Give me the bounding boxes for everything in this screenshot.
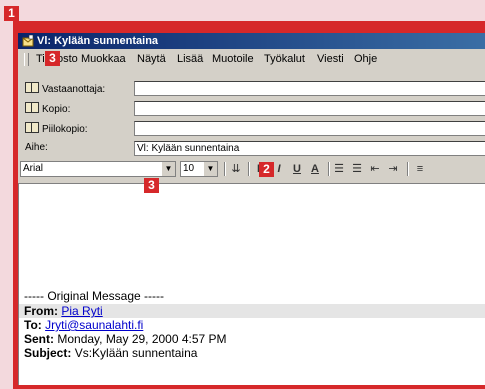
badge-3-toolbar: 3 [144, 178, 159, 193]
menu-grip [24, 53, 29, 66]
address-book-icon [25, 82, 39, 93]
cc-field[interactable] [134, 101, 485, 116]
bcc-field[interactable] [134, 121, 485, 136]
menu-lisaa[interactable]: Lisää [177, 50, 203, 69]
bcc-button[interactable]: Piilokopio: [25, 122, 88, 135]
bcc-label: Piilokopio: [42, 124, 88, 135]
paragraph-style-icon[interactable]: ⇊ [228, 162, 244, 177]
to-label: Vastaanottaja: [42, 84, 106, 95]
title-bar: Vl: Kylään sunnentaina [18, 33, 485, 49]
badge-2: 2 [259, 162, 274, 177]
chevron-down-icon[interactable]: ▼ [203, 162, 217, 176]
toolbar-separator [328, 162, 330, 176]
menu-viesti[interactable]: Viesti [317, 50, 344, 69]
original-message-line: ----- Original Message ----- [24, 289, 165, 303]
font-size-value: 10 [183, 163, 195, 174]
menu-ohje[interactable]: Ohje [354, 50, 377, 69]
to-line-label: To: [24, 318, 42, 332]
subject-field[interactable]: Vl: Kylään sunnentaina [134, 141, 485, 156]
menu-bar: Tiedosto Muokkaa Näytä Lisää Muotoile Ty… [18, 50, 485, 69]
cc-label: Kopio: [42, 104, 71, 115]
bcc-row: Piilokopio: [18, 120, 485, 138]
toolbar-separator [224, 162, 226, 176]
address-book-icon [25, 102, 39, 113]
numbered-list-icon[interactable]: ☰ [331, 162, 347, 177]
sent-line: Sent: Monday, May 29, 2000 4:57 PM [24, 332, 227, 346]
message-body[interactable]: ----- Original Message ----- From: Pia R… [18, 183, 485, 385]
from-line: From: Pia Ryti [24, 304, 103, 318]
font-size-select[interactable]: 10 ▼ [180, 161, 218, 177]
cc-button[interactable]: Kopio: [25, 102, 70, 115]
mail-icon [22, 35, 34, 47]
formatting-toolbar: Arial ▼ 10 ▼ ⇊ B I U A ☰ ☰ ⇤ ⇥ ≡ [18, 159, 485, 179]
to-line: To: Jryti@saunalahti.fi [24, 318, 143, 332]
menu-muotoile[interactable]: Muotoile [212, 50, 254, 69]
underline-icon[interactable]: U [289, 162, 305, 177]
to-field[interactable] [134, 81, 485, 96]
subject-line-label: Subject: [24, 346, 72, 360]
compose-window: Vl: Kylään sunnentaina Tiedosto Muokkaa … [18, 33, 485, 385]
subject-row: Aihe: Vl: Kylään sunnentaina [18, 140, 485, 158]
badge-3-menu: 3 [45, 51, 60, 66]
subject-label: Aihe: [25, 142, 48, 153]
bullet-list-icon[interactable]: ☰ [349, 162, 365, 177]
cc-row: Kopio: [18, 100, 485, 118]
to-link[interactable]: Jryti@saunalahti.fi [45, 318, 143, 332]
chevron-down-icon[interactable]: ▼ [161, 162, 175, 176]
font-color-icon[interactable]: A [307, 162, 323, 177]
font-select[interactable]: Arial ▼ [20, 161, 176, 177]
increase-indent-icon[interactable]: ⇥ [385, 162, 401, 177]
toolbar-separator [407, 162, 409, 176]
from-link[interactable]: Pia Ryti [61, 304, 102, 318]
sent-value: Monday, May 29, 2000 4:57 PM [57, 332, 227, 346]
toolbar-separator [248, 162, 250, 176]
address-book-icon [25, 122, 39, 133]
font-value: Arial [23, 163, 44, 174]
from-label: From: [24, 304, 58, 318]
align-left-icon[interactable]: ≡ [412, 162, 428, 177]
to-row: Vastaanottaja: [18, 80, 485, 98]
decrease-indent-icon[interactable]: ⇤ [367, 162, 383, 177]
subject-line-value: Vs:Kylään sunnentaina [74, 346, 198, 360]
badge-1: 1 [4, 6, 19, 21]
to-button[interactable]: Vastaanottaja: [25, 82, 105, 95]
window-title: Vl: Kylään sunnentaina [37, 35, 159, 47]
sent-label: Sent: [24, 332, 54, 346]
subject-line: Subject: Vs:Kylään sunnentaina [24, 346, 197, 360]
menu-nayta[interactable]: Näytä [137, 50, 166, 69]
menu-muokkaa[interactable]: Muokkaa [81, 50, 126, 69]
menu-tyokalut[interactable]: Työkalut [264, 50, 305, 69]
